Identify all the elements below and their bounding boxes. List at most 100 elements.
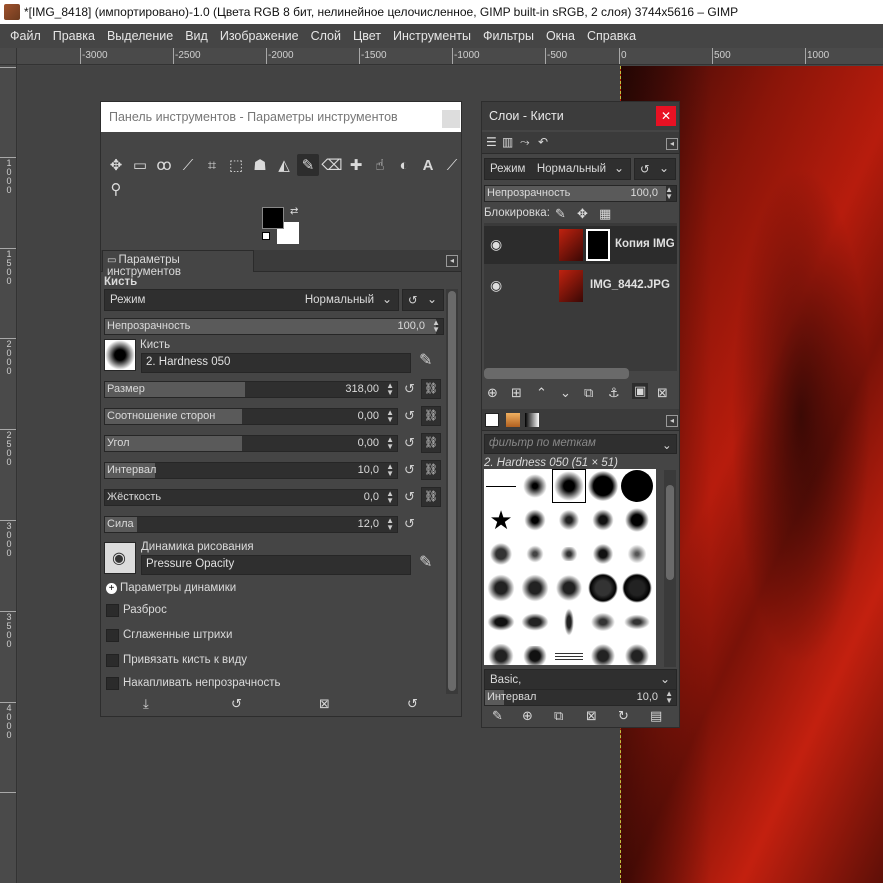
duplicate-brush-icon[interactable]: ⧉ xyxy=(554,708,563,724)
reset-options-icon[interactable]: ↺ xyxy=(407,696,418,712)
spin-arrows-icon[interactable]: ▲ ▼ xyxy=(386,436,394,451)
edit-dynamics-icon[interactable]: ✎ xyxy=(419,552,432,572)
link-icon[interactable]: ⛓ xyxy=(421,379,441,399)
scatter-checkbox[interactable] xyxy=(106,604,119,617)
layer-opacity-slider[interactable]: Непрозрачность 100,0 ▲ ▼ xyxy=(484,185,677,202)
swap-colors-icon[interactable]: ⇄ xyxy=(290,206,298,217)
tab-menu-icon[interactable]: ◂ xyxy=(666,138,678,150)
foreground-color-swatch[interactable] xyxy=(262,207,284,229)
restore-options-icon[interactable]: ↺ xyxy=(231,696,242,712)
layer-mask-thumbnail[interactable] xyxy=(586,229,610,261)
brush-item[interactable] xyxy=(620,469,654,503)
duplicate-layer-icon[interactable]: ⧉ xyxy=(584,385,593,401)
hardness-slider[interactable]: Жёсткость 0,0 ▲ ▼ xyxy=(104,489,398,506)
lock-brush-view-checkbox[interactable] xyxy=(106,654,119,667)
brush-item[interactable] xyxy=(552,503,586,537)
brush-item[interactable] xyxy=(586,605,620,639)
link-icon[interactable]: ⛓ xyxy=(421,406,441,426)
menu-help[interactable]: Справка xyxy=(581,29,642,43)
delete-brush-icon[interactable]: ⊠ xyxy=(586,708,597,724)
brush-item[interactable] xyxy=(518,639,552,665)
brush-item[interactable] xyxy=(586,571,620,605)
size-slider[interactable]: Размер 318,00 ▲ ▼ xyxy=(104,381,398,398)
eraser-tool-icon[interactable]: ⌫ xyxy=(321,154,343,176)
force-slider[interactable]: Сила 12,0 ▲ ▼ xyxy=(104,516,398,533)
toolbox-close-button[interactable] xyxy=(442,110,460,128)
reset-icon[interactable]: ↺ xyxy=(404,435,415,451)
spin-arrows-icon[interactable]: ▲ ▼ xyxy=(386,382,394,397)
layers-panel-title[interactable]: Слои - Кисти xyxy=(482,102,679,130)
brush-item[interactable] xyxy=(620,605,654,639)
brush-item[interactable] xyxy=(552,639,586,665)
menu-windows[interactable]: Окна xyxy=(540,29,581,43)
reset-icon[interactable]: ↺ xyxy=(404,489,415,505)
toolbox-title[interactable]: Панель инструментов - Параметры инструме… xyxy=(101,102,461,132)
brush-item[interactable] xyxy=(484,605,518,639)
menu-filters[interactable]: Фильтры xyxy=(477,29,540,43)
bucket-fill-tool-icon[interactable]: ◭ xyxy=(273,154,295,176)
menu-edit[interactable]: Правка xyxy=(47,29,101,43)
link-icon[interactable]: ⛓ xyxy=(421,487,441,507)
brush-item[interactable] xyxy=(518,503,552,537)
horizontal-ruler[interactable]: -3000 -2500 -2000 -1500 -1000 -500 0 500… xyxy=(17,48,883,65)
menu-select[interactable]: Выделение xyxy=(101,29,179,43)
layer-row[interactable]: ◉ IMG_8442.JPG xyxy=(484,267,677,305)
spin-arrows-icon[interactable]: ▲ ▼ xyxy=(665,690,673,705)
smooth-stroke-checkbox[interactable] xyxy=(106,629,119,642)
link-icon[interactable]: ⛓ xyxy=(421,433,441,453)
layer-mode-reset-combo[interactable]: ↺ ⌄ xyxy=(634,158,676,180)
brush-item[interactable] xyxy=(552,571,586,605)
brush-item[interactable] xyxy=(620,503,654,537)
color-picker-tool-icon[interactable]: ⟋ xyxy=(441,154,463,176)
brush-item[interactable] xyxy=(586,639,620,665)
spin-arrows-icon[interactable]: ▲ ▼ xyxy=(386,409,394,424)
lock-position-icon[interactable]: ✥ xyxy=(577,206,588,222)
dodge-tool-icon[interactable]: ◐ xyxy=(393,154,415,176)
spin-arrows-icon[interactable]: ▲ ▼ xyxy=(432,319,440,334)
move-tool-icon[interactable]: ✥ xyxy=(105,154,127,176)
undo-history-tab-icon[interactable]: ↶ xyxy=(538,135,548,149)
brushes-scrollbar[interactable] xyxy=(664,470,676,667)
smudge-tool-icon[interactable]: ☝ xyxy=(369,154,391,176)
brush-tag-filter[interactable]: фильтр по меткам xyxy=(484,434,677,454)
lock-alpha-icon[interactable]: ▦ xyxy=(599,206,611,222)
new-brush-icon[interactable]: ⊕ xyxy=(522,708,533,724)
delete-options-icon[interactable]: ⊠ xyxy=(319,696,330,712)
lasso-tool-icon[interactable]: ꝏ xyxy=(153,154,175,176)
brush-item[interactable] xyxy=(518,571,552,605)
layer-mode-combo[interactable]: Режим Нормальный ⌄ xyxy=(484,158,631,180)
new-layer-icon[interactable]: ⊕ xyxy=(487,385,498,401)
brush-item[interactable] xyxy=(552,537,586,571)
layer-row[interactable]: ◉ Копия IMG xyxy=(484,226,677,264)
dynamics-name-field[interactable]: Pressure Opacity xyxy=(141,555,411,575)
brush-item[interactable] xyxy=(484,469,518,503)
spin-arrows-icon[interactable]: ▲ ▼ xyxy=(386,517,394,532)
brush-item[interactable] xyxy=(620,571,654,605)
menu-tools[interactable]: Инструменты xyxy=(387,29,477,43)
menu-layer[interactable]: Слой xyxy=(305,29,347,43)
brush-item[interactable] xyxy=(518,469,552,503)
incremental-checkbox[interactable] xyxy=(106,677,119,690)
tool-options-scrollbar[interactable] xyxy=(446,289,458,694)
brush-spacing-slider[interactable]: Интервал 10,0 ▲ ▼ xyxy=(484,689,677,706)
brush-item[interactable] xyxy=(586,469,620,503)
anchor-layer-icon[interactable]: ⚓ xyxy=(608,385,620,401)
spin-arrows-icon[interactable]: ▲ ▼ xyxy=(665,186,673,201)
heal-tool-icon[interactable]: ✚ xyxy=(345,154,367,176)
rect-select-tool-icon[interactable]: ▭ xyxy=(129,154,151,176)
paths-tab-icon[interactable]: ⤳ xyxy=(520,135,530,150)
brushes-tab-icon[interactable] xyxy=(485,413,499,427)
delete-layer-icon[interactable]: ⊠ xyxy=(657,385,668,401)
new-group-icon[interactable]: ⊞ xyxy=(511,385,522,401)
brush-item[interactable] xyxy=(586,537,620,571)
dynamics-options-expander[interactable]: + Параметры динамики xyxy=(106,582,236,594)
brush-item[interactable]: ★ xyxy=(484,503,518,537)
spacing-slider[interactable]: Интервал 10,0 ▲ ▼ xyxy=(104,462,398,479)
layers-hscrollbar[interactable] xyxy=(484,368,629,379)
aspect-ratio-slider[interactable]: Соотношение сторон 0,00 ▲ ▼ xyxy=(104,408,398,425)
link-icon[interactable]: ⛓ xyxy=(421,460,441,480)
menu-file[interactable]: Файл xyxy=(4,29,47,43)
menu-image[interactable]: Изображение xyxy=(214,29,305,43)
transform-tool-icon[interactable]: ⬚ xyxy=(225,154,247,176)
brush-item[interactable] xyxy=(484,571,518,605)
